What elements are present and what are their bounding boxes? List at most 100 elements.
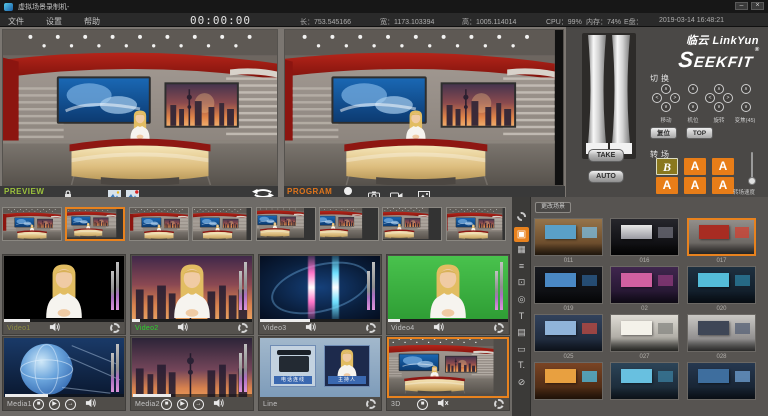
save-icon[interactable]: ▣ (514, 227, 529, 242)
pad-arrow-button[interactable]: < (705, 93, 715, 103)
menu-help[interactable]: 帮助 (84, 16, 100, 27)
shot-thumbnail-8[interactable] (446, 207, 506, 241)
phone-call-box[interactable]: 电话连线 (270, 345, 316, 387)
gear-icon[interactable] (366, 323, 376, 333)
pad-arrow-button[interactable]: > (670, 93, 680, 103)
loop-button[interactable]: → (193, 399, 204, 410)
video-source-panel-3[interactable]: Video3 (258, 254, 382, 335)
open-button[interactable]: ■ (33, 399, 44, 410)
media-thumbnail[interactable] (132, 338, 252, 397)
text-icon[interactable]: T. (515, 359, 528, 372)
video-source-panel-1[interactable]: Video1 (2, 254, 126, 335)
minimize-button[interactable]: – (735, 2, 748, 10)
play-button[interactable]: ▶ (49, 399, 60, 410)
gear-icon[interactable] (366, 399, 376, 409)
folder-icon[interactable]: ▭ (515, 343, 528, 356)
auto-button[interactable]: AUTO (588, 170, 624, 183)
title-icon[interactable]: T (515, 310, 528, 323)
video-source-panel-2[interactable]: Video2 (130, 254, 254, 335)
scene-thumbnail-02[interactable] (610, 266, 679, 304)
shot-thumbnail-7[interactable] (382, 207, 442, 241)
transition-a-button[interactable]: A (684, 158, 706, 175)
top-button[interactable]: TOP (686, 127, 713, 139)
pad-arrow-button[interactable]: ∨ (741, 102, 751, 112)
open-button[interactable]: ■ (417, 399, 428, 410)
transition-a-button[interactable]: A (684, 177, 706, 194)
t-bar-fader[interactable] (576, 33, 642, 161)
speaker-icon[interactable] (429, 322, 445, 334)
pad-arrow-button[interactable]: ∧ (714, 84, 724, 94)
speaker-icon[interactable] (81, 398, 97, 410)
pad-arrow-button[interactable]: > (723, 93, 733, 103)
pad-arrow-button[interactable]: < (652, 93, 662, 103)
video-source-panel-4[interactable]: Video4 (386, 254, 510, 335)
speaker-icon[interactable] (209, 398, 225, 410)
gear-icon[interactable] (515, 210, 528, 223)
scene-thumbnail-019[interactable] (534, 266, 603, 304)
shot-thumbnail-5[interactable] (256, 207, 316, 241)
gear-icon[interactable] (110, 323, 120, 333)
shot-thumbnail-1[interactable] (2, 207, 62, 241)
scene-thumbnail-017[interactable] (687, 218, 756, 256)
pad-arrow-button[interactable]: ∨ (714, 102, 724, 112)
pad-arrow-button[interactable]: ∧ (661, 84, 671, 94)
pad-arrow-button[interactable]: ∧ (688, 84, 698, 94)
pad-arrow-button[interactable]: ∨ (688, 102, 698, 112)
layers-icon[interactable]: ▤ (515, 326, 528, 339)
transition-a-button[interactable]: A (656, 177, 678, 194)
media-progress-bar[interactable] (133, 394, 252, 397)
host-box[interactable]: 主持人 (324, 345, 370, 387)
gear-icon[interactable] (494, 323, 504, 333)
speaker-icon[interactable] (173, 322, 189, 334)
list-icon[interactable]: ≡ (515, 260, 528, 273)
pad-arrow-button[interactable]: ∨ (661, 102, 671, 112)
speaker-icon[interactable] (301, 322, 317, 334)
media-progress-bar[interactable] (5, 394, 124, 397)
mute-icon[interactable]: ⊘ (515, 376, 528, 389)
grid-icon[interactable]: ▦ (515, 243, 528, 256)
media-source-panel-media1[interactable]: Media1■▶→ (2, 336, 126, 411)
transition-a-button[interactable]: A (712, 158, 734, 175)
muted-speaker-icon[interactable] (433, 398, 449, 410)
bulb-icon[interactable]: ◎ (515, 293, 528, 306)
scene-thumbnail-020[interactable] (687, 266, 756, 304)
media-thumbnail[interactable] (387, 337, 509, 398)
transition-b-button[interactable]: B (656, 158, 678, 175)
scene-thumbnail-028[interactable] (687, 314, 756, 352)
scene-thumbnail-016[interactable] (610, 218, 679, 256)
media-source-panel-line[interactable]: 电话连线主持人Line (258, 336, 382, 411)
scene-thumbnail-025[interactable] (534, 314, 603, 352)
scene-thumbnail[interactable] (534, 362, 603, 400)
reset-button[interactable]: 复位 (650, 127, 677, 139)
media-source-panel-media2[interactable]: Media2■▶→ (130, 336, 254, 411)
scene-thumbnail-027[interactable] (610, 314, 679, 352)
transition-speed-knob[interactable] (748, 177, 756, 185)
play-button[interactable]: ▶ (177, 399, 188, 410)
media-source-panel-3d[interactable]: 3D■ (386, 336, 510, 411)
video-thumbnail[interactable] (388, 256, 508, 319)
gear-icon[interactable] (238, 323, 248, 333)
shot-thumbnail-3[interactable] (129, 207, 189, 241)
change-scene-button[interactable]: 更改场景 (535, 202, 571, 213)
video-thumbnail[interactable] (260, 256, 380, 319)
pad-arrow-button[interactable]: ∧ (741, 84, 751, 94)
take-button[interactable]: TAKE (588, 149, 624, 162)
gear-icon[interactable] (494, 399, 504, 409)
loop-button[interactable]: → (65, 399, 76, 410)
shot-thumbnail-6[interactable] (319, 207, 379, 241)
close-button[interactable]: × (751, 2, 764, 10)
menu-settings[interactable]: 设置 (46, 16, 62, 27)
speaker-icon[interactable] (45, 322, 61, 334)
scene-thumbnail[interactable] (687, 362, 756, 400)
shot-thumbnail-4[interactable] (192, 207, 252, 241)
monitor-icon[interactable]: ⊡ (515, 276, 528, 289)
video-thumbnail[interactable] (4, 256, 124, 319)
media-thumbnail[interactable] (4, 338, 124, 397)
scene-thumbnail-011[interactable] (534, 218, 603, 256)
scene-thumbnail[interactable] (610, 362, 679, 400)
video-thumbnail[interactable] (132, 256, 252, 319)
menu-file[interactable]: 文件 (8, 16, 24, 27)
transition-a-button[interactable]: A (712, 177, 734, 194)
media-thumbnail[interactable]: 电话连线主持人 (260, 338, 380, 397)
shot-thumbnail-2[interactable] (65, 207, 125, 241)
